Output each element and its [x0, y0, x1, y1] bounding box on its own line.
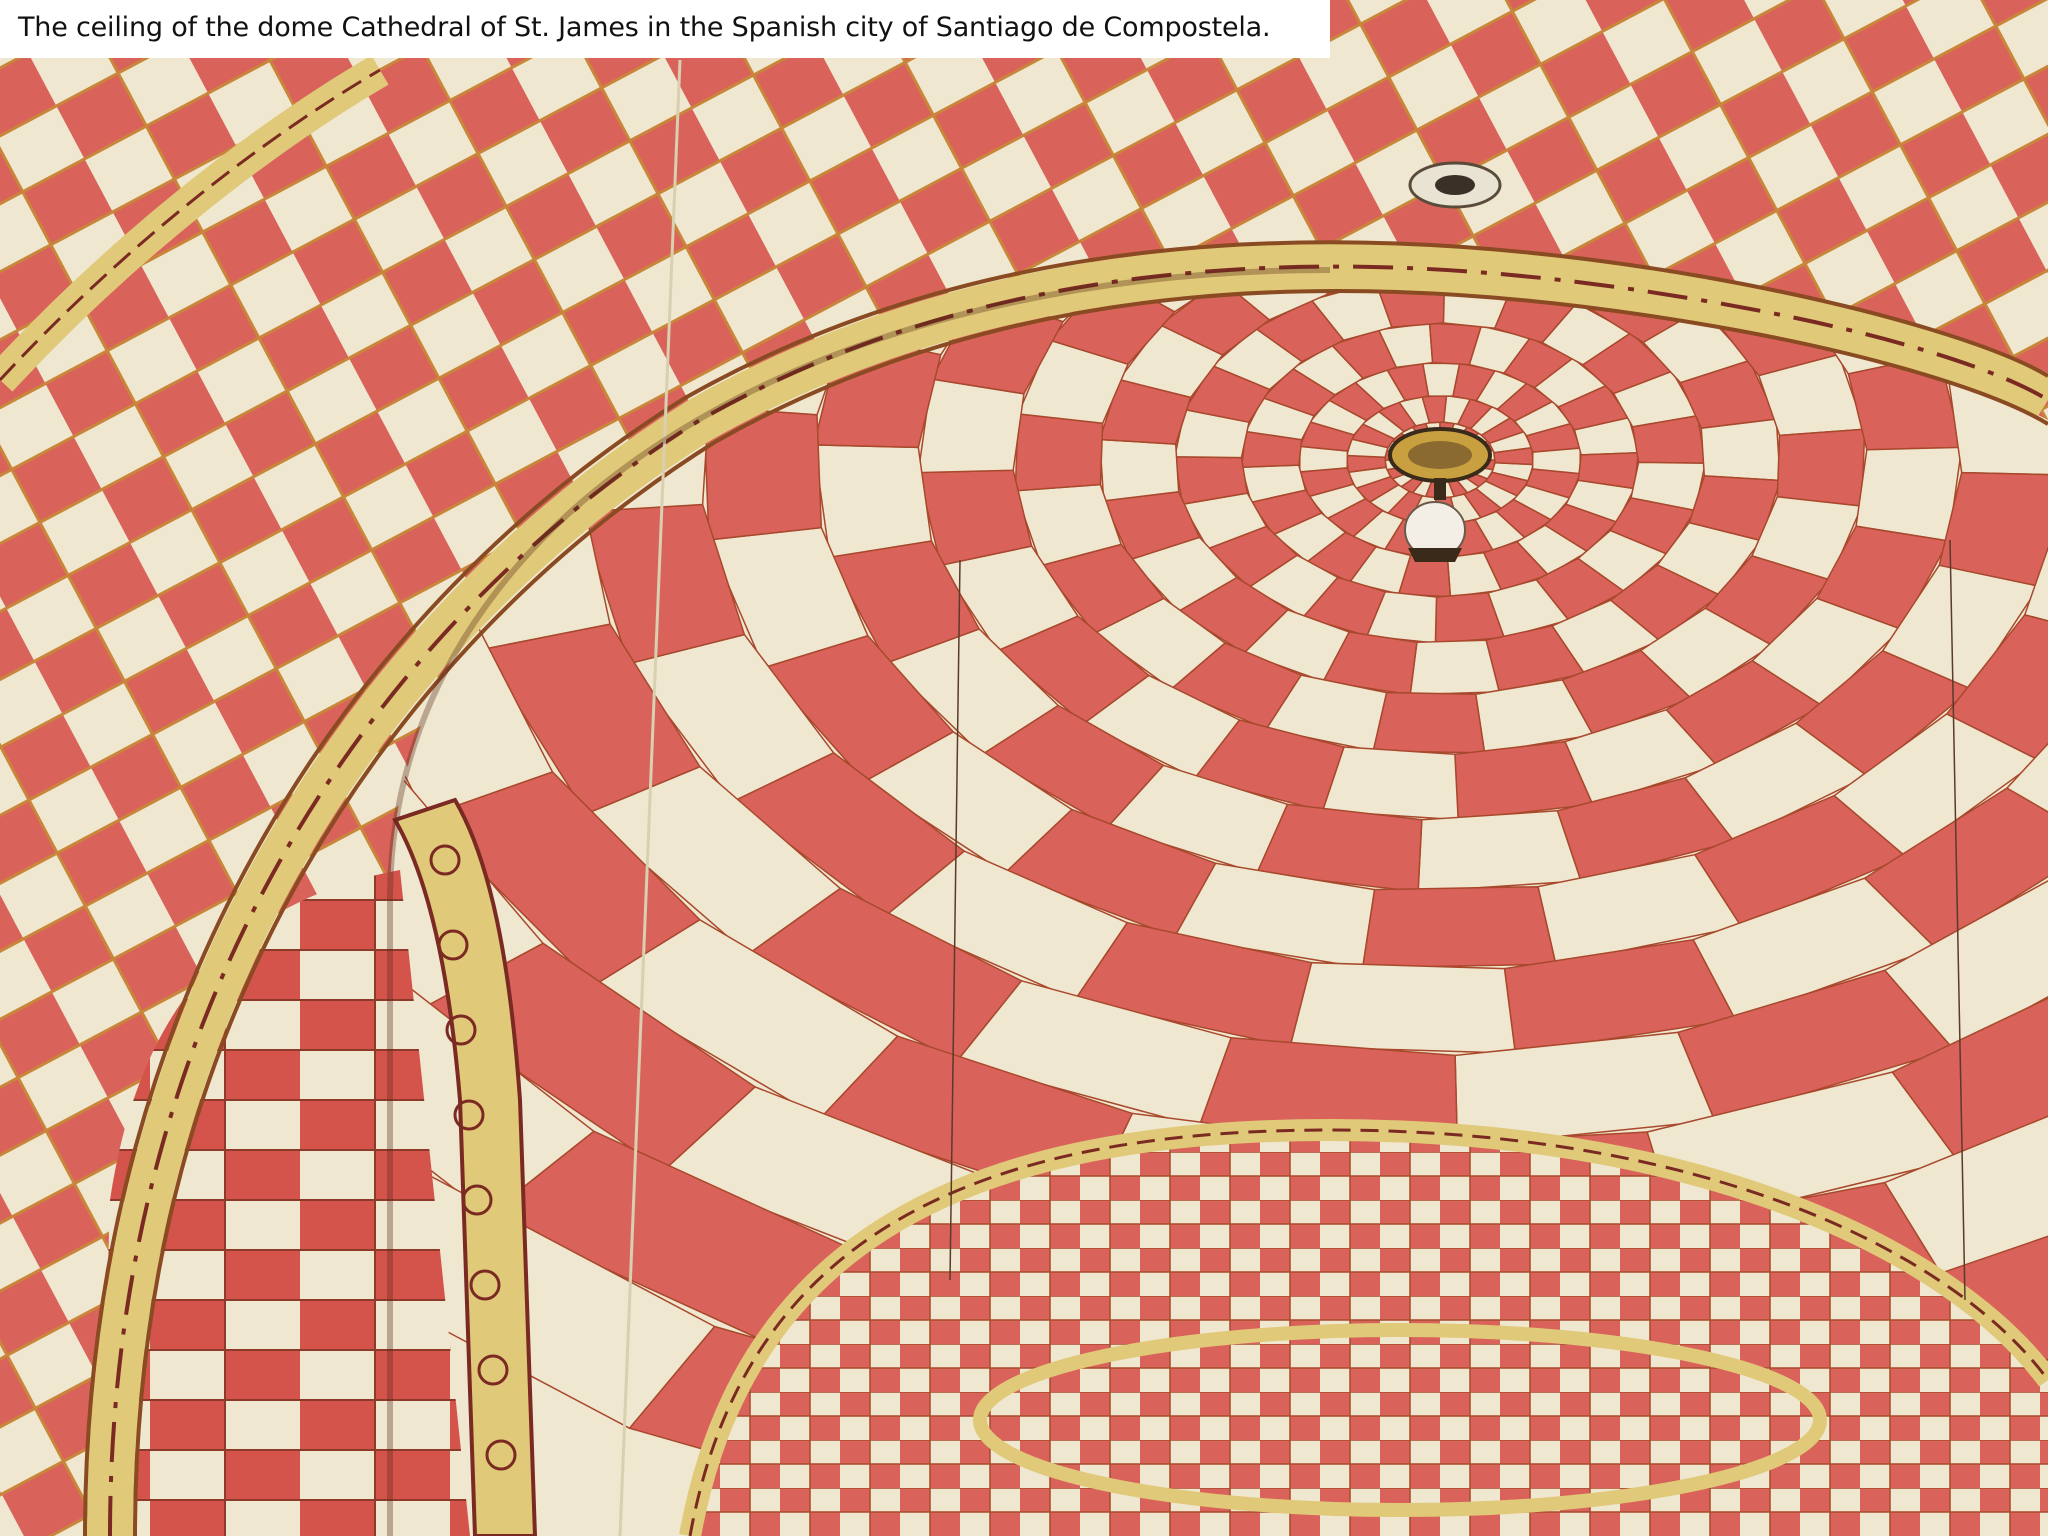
dome-tile	[813, 444, 933, 559]
dome-tile	[1289, 961, 1517, 1054]
dome-tile	[1361, 885, 1557, 969]
dome-tile	[1409, 639, 1501, 696]
dome-tile	[1776, 428, 1866, 507]
dome-tile	[1531, 447, 1582, 475]
caption-box: The ceiling of the dome Cathedral of St.…	[0, 0, 1330, 58]
dome-photo	[0, 0, 2048, 1536]
photo-caption: The ceiling of the dome Cathedral of St.…	[18, 12, 1271, 43]
dome-tile	[1098, 438, 1180, 502]
dome-tile	[1417, 810, 1582, 893]
dome-tile	[1700, 418, 1782, 482]
upper-light-fixture	[1408, 161, 1502, 209]
dome-tile	[1372, 691, 1486, 754]
dome-tile	[1321, 746, 1459, 821]
dome-tile	[1014, 413, 1104, 492]
dome-tile	[917, 378, 1025, 474]
dome-tile	[1855, 446, 1963, 542]
